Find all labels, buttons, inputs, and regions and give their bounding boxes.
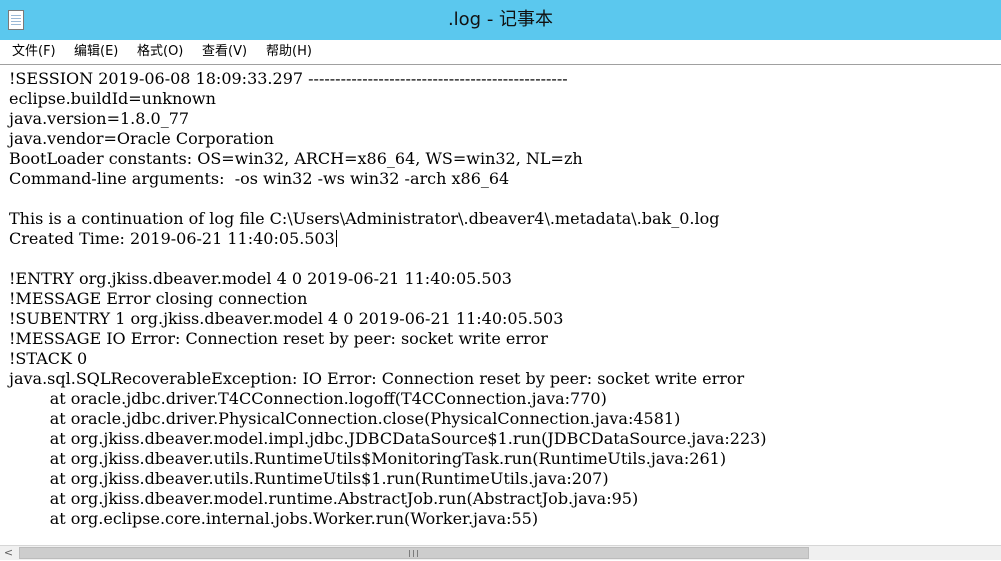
editor-line-text: Created Time: 2019-06-21 11:40:05.503 bbox=[9, 229, 335, 248]
editor-line: BootLoader constants: OS=win32, ARCH=x86… bbox=[9, 149, 583, 168]
menu-help[interactable]: 帮助(H) bbox=[264, 40, 314, 64]
editor-line: eclipse.buildId=unknown bbox=[9, 89, 216, 108]
editor-line: !MESSAGE Error closing connection bbox=[9, 289, 308, 308]
editor-line: !SUBENTRY 1 org.jkiss.dbeaver.model 4 0 … bbox=[9, 309, 564, 328]
editor-line: !STACK 0 bbox=[9, 349, 88, 368]
scroll-left-arrow-icon[interactable]: < bbox=[0, 546, 17, 561]
editor-line: java.sql.SQLRecoverableException: IO Err… bbox=[9, 369, 745, 388]
horizontal-scrollbar[interactable]: < bbox=[0, 545, 1001, 560]
editor-line: !ENTRY org.jkiss.dbeaver.model 4 0 2019-… bbox=[9, 269, 512, 288]
editor-line: at org.jkiss.dbeaver.model.impl.jdbc.JDB… bbox=[9, 429, 767, 448]
menu-file[interactable]: 文件(F) bbox=[10, 40, 58, 64]
editor-line: java.version=1.8.0_77 bbox=[9, 109, 190, 128]
editor-line: Command-line arguments: -os win32 -ws wi… bbox=[9, 169, 510, 188]
editor-line-current: Created Time: 2019-06-21 11:40:05.503 bbox=[9, 229, 337, 249]
menu-bar: 文件(F) 编辑(E) 格式(O) 查看(V) 帮助(H) bbox=[0, 40, 1001, 64]
title-bar[interactable]: .log - 记事本 bbox=[0, 0, 1001, 40]
editor-line: java.vendor=Oracle Corporation bbox=[9, 129, 274, 148]
editor-line: !MESSAGE IO Error: Connection reset by p… bbox=[9, 329, 548, 348]
editor-line: at oracle.jdbc.driver.PhysicalConnection… bbox=[9, 409, 681, 428]
editor-line: at org.jkiss.dbeaver.utils.RuntimeUtils$… bbox=[9, 449, 727, 468]
menu-format[interactable]: 格式(O) bbox=[135, 40, 185, 64]
text-caret bbox=[335, 230, 337, 247]
menu-edit[interactable]: 编辑(E) bbox=[72, 40, 120, 64]
grip-icon bbox=[409, 550, 420, 557]
text-editor[interactable]: !SESSION 2019-06-08 18:09:33.297 -------… bbox=[0, 64, 1001, 545]
editor-line: at org.jkiss.dbeaver.utils.RuntimeUtils$… bbox=[9, 469, 609, 488]
editor-line: This is a continuation of log file C:\Us… bbox=[9, 209, 720, 228]
editor-line: !SESSION 2019-06-08 18:09:33.297 -------… bbox=[9, 69, 568, 88]
scrollbar-thumb[interactable] bbox=[19, 547, 809, 559]
editor-line: at oracle.jdbc.driver.T4CConnection.logo… bbox=[9, 389, 607, 408]
editor-line: at org.jkiss.dbeaver.model.runtime.Abstr… bbox=[9, 489, 639, 508]
window-title: .log - 记事本 bbox=[447, 9, 554, 30]
editor-line: at org.eclipse.core.internal.jobs.Worker… bbox=[9, 509, 539, 528]
menu-view[interactable]: 查看(V) bbox=[200, 40, 249, 64]
